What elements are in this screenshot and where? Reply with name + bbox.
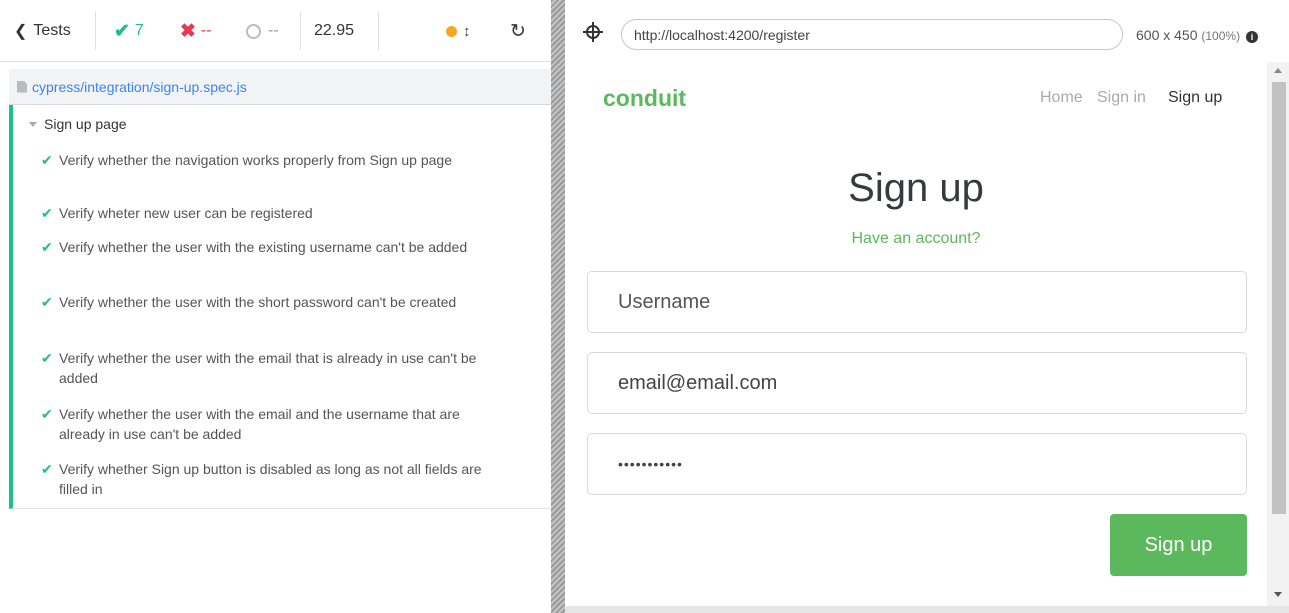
url-bar[interactable]: http://localhost:4200/register: [621, 19, 1123, 50]
pending-stat: --: [246, 12, 279, 50]
tests-label: Tests: [33, 22, 71, 39]
rerun-button[interactable]: ↻: [510, 12, 526, 50]
divider: [95, 12, 96, 50]
divider: [378, 12, 379, 50]
aut-iframe: conduit Home Sign in Sign up Sign up Hav…: [565, 62, 1289, 613]
sign-up-button[interactable]: Sign up: [1110, 514, 1247, 576]
pending-count: --: [268, 22, 279, 39]
duration: 22.95: [314, 22, 355, 39]
pane-resize-handle[interactable]: [551, 0, 565, 613]
sign-up-button-label: Sign up: [1144, 533, 1213, 556]
crosshair-icon-v: [592, 22, 594, 42]
running-dot-icon: [446, 25, 457, 37]
test-title: Verify whether the user with the existin…: [59, 239, 468, 255]
test-item[interactable]: ✔ Verify whether the navigation works pr…: [41, 150, 501, 170]
test-item[interactable]: ✔ Verify whether Sign up button is disab…: [41, 459, 501, 499]
page-title: Sign up: [848, 166, 984, 210]
zoom-level: (100%): [1201, 29, 1241, 43]
suite-title: Sign up page: [44, 116, 127, 132]
file-icon: [17, 80, 27, 93]
check-icon: ✔: [41, 406, 53, 422]
password-value: •••••••••••: [618, 456, 683, 472]
spec-file-bar[interactable]: cypress/integration/sign-up.spec.js: [9, 69, 551, 105]
divider: [300, 12, 301, 50]
test-title: Verify whether the navigation works prop…: [59, 152, 452, 168]
email-value: email@email.com: [618, 371, 778, 394]
nav-sign-in[interactable]: Sign in: [1097, 89, 1146, 107]
check-icon: ✔: [41, 239, 53, 255]
failed-stat: ✖ --: [180, 12, 212, 50]
test-title: Verify whether Sign up button is disable…: [59, 461, 482, 497]
password-field[interactable]: •••••••••••: [587, 433, 1247, 495]
brand-logo[interactable]: conduit: [603, 85, 686, 112]
aut-header: http://localhost:4200/register 600 x 450…: [565, 0, 1289, 62]
test-list: Sign up page ✔ Verify whether the naviga…: [9, 105, 551, 509]
check-icon: ✔: [114, 20, 130, 42]
spec-path: cypress/integration/sign-up.spec.js: [32, 78, 247, 95]
failed-count: --: [200, 22, 212, 39]
test-item[interactable]: ✔ Verify whether the user with the exist…: [41, 237, 501, 257]
have-account-link[interactable]: Have an account?: [565, 230, 1267, 248]
url-text: http://localhost:4200/register: [634, 26, 810, 43]
check-icon: ✔: [41, 461, 53, 477]
suite-header[interactable]: Sign up page: [29, 116, 127, 132]
check-icon: ✔: [41, 350, 53, 366]
test-title: Verify whether the user with the email t…: [59, 350, 477, 386]
nav-sign-up[interactable]: Sign up: [1168, 89, 1222, 107]
reporter-stats-bar: ❮ Tests ✔ 7 ✖ -- -- 22.95 ↕ ↻: [0, 0, 551, 62]
passed-count: 7: [134, 22, 144, 39]
test-item[interactable]: ✔ Verify whether the user with the email…: [41, 404, 501, 444]
scroll-up-icon[interactable]: [1274, 68, 1282, 73]
reporter-panel: ❮ Tests ✔ 7 ✖ -- -- 22.95 ↕ ↻ cypress/in…: [0, 0, 551, 613]
test-title: Verify wheter new user can be registered: [59, 205, 313, 221]
test-item[interactable]: ✔ Verify whether the user with the email…: [41, 348, 501, 388]
check-icon: ✔: [41, 205, 53, 221]
running-status-indicator[interactable]: ↕: [446, 12, 471, 50]
pending-circle-icon: [246, 23, 261, 39]
viewport-size: 600 x 450: [1136, 27, 1198, 43]
scrollbar[interactable]: [1267, 62, 1289, 606]
email-field[interactable]: email@email.com: [587, 352, 1247, 414]
reload-icon: ↻: [510, 20, 526, 42]
caret-down-icon: [29, 121, 37, 127]
nav-home[interactable]: Home: [1040, 89, 1083, 107]
scroll-down-icon[interactable]: [1274, 592, 1282, 597]
scrollbar-thumb[interactable]: [1272, 82, 1286, 514]
have-account-text: Have an account?: [851, 230, 981, 247]
info-icon: i: [1245, 31, 1258, 43]
check-icon: ✔: [41, 294, 53, 310]
conduit-app: conduit Home Sign in Sign up Sign up Hav…: [565, 62, 1267, 606]
test-title: Verify whether the user with the email a…: [59, 406, 460, 442]
chevron-left-icon: ❮: [14, 23, 28, 40]
cross-icon: ✖: [180, 20, 196, 42]
viewport-info[interactable]: 600 x 450 (100%) i: [1136, 27, 1258, 43]
test-title: Verify whether the user with the short p…: [59, 294, 457, 310]
test-item[interactable]: ✔ Verify wheter new user can be register…: [41, 203, 501, 223]
passed-stat: ✔ 7: [114, 12, 144, 50]
auto-scroll-icon: ↕: [463, 22, 471, 40]
username-placeholder: Username: [618, 290, 711, 313]
tests-button[interactable]: ❮ Tests: [14, 12, 71, 50]
check-icon: ✔: [41, 152, 53, 168]
test-item[interactable]: ✔ Verify whether the user with the short…: [41, 292, 501, 312]
selector-playground-button[interactable]: [583, 22, 603, 42]
username-field[interactable]: Username: [587, 271, 1247, 333]
